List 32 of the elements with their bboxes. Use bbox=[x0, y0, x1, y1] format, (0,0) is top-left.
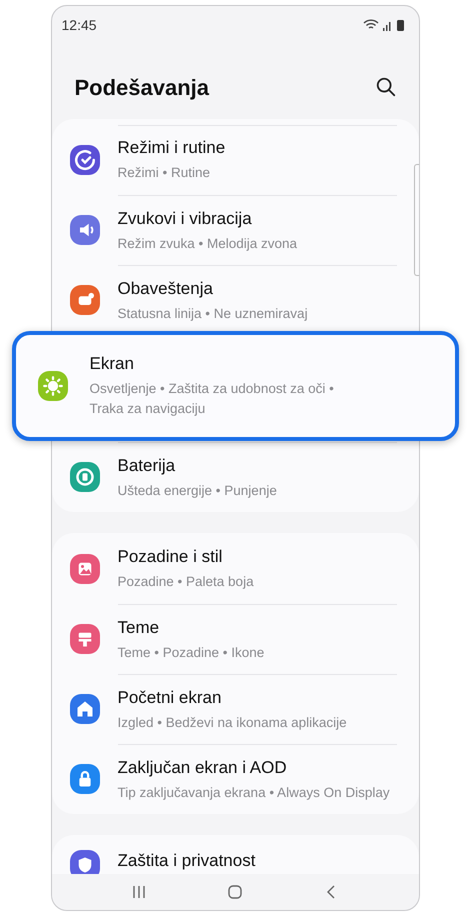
recents-icon[interactable] bbox=[131, 884, 148, 900]
item-title: Zaštita i privatnost bbox=[118, 850, 256, 872]
settings-row[interactable]: Režimi i rutine Režimi • Rutine bbox=[52, 125, 418, 195]
item-subtitle: Tip zaključavanja ekrana • Always On Display bbox=[118, 784, 390, 802]
settings-row[interactable]: Zaključan ekran i AOD Tip zaključavanja ekrana • Always On Display bbox=[52, 744, 418, 814]
item-title: Režimi i rutine bbox=[118, 137, 226, 159]
item-subtitle: Pozadine • Paleta boja bbox=[118, 573, 254, 591]
settings-row[interactable]: Pozadine i stil Pozadine • Paleta boja bbox=[52, 534, 418, 604]
item-title: Zaključan ekran i AOD bbox=[118, 756, 288, 778]
item-title: Ekran bbox=[90, 353, 135, 375]
item-title: Zvukovi i vibracija bbox=[118, 208, 253, 230]
settings-row[interactable]: Početni ekran Izgled • Bedževi na ikonama aplikacije bbox=[52, 674, 418, 744]
search-icon[interactable] bbox=[374, 76, 396, 98]
highlighted-row[interactable]: Ekran Osvetljenje • Zaštita za udobnost za oči • Traka za navigaciju bbox=[12, 331, 458, 441]
settings-row[interactable]: Teme Teme • Pozadine • Ikone bbox=[52, 604, 418, 674]
item-title: Obaveštenja bbox=[118, 278, 214, 300]
settings-row[interactable]: Zvukovi i vibracija Režim zvuka • Melodija zvona bbox=[52, 195, 418, 265]
item-subtitle: Statusna linija • Ne uznemiravaj bbox=[118, 304, 308, 323]
item-title: Pozadine i stil bbox=[118, 546, 224, 568]
settings-row[interactable]: Baterija Ušteda energije • Punjenje bbox=[52, 442, 418, 512]
item-subtitle: Teme • Pozadine • Ikone bbox=[118, 644, 264, 662]
status-time: 12:45 bbox=[62, 16, 97, 34]
item-subtitle: Osvetljenje • Zaštita za udobnost za oči • Traka za navigaciju bbox=[90, 380, 335, 418]
item-title: Baterija bbox=[118, 454, 176, 476]
item-subtitle: Režimi • Rutine bbox=[118, 164, 212, 182]
item-title: Teme bbox=[118, 616, 160, 638]
item-subtitle: Ušteda energije • Punjenje bbox=[118, 482, 277, 500]
home-icon[interactable] bbox=[226, 884, 243, 900]
item-subtitle: Izgled • Bedževi na ikonama aplikacije bbox=[118, 714, 347, 732]
item-subtitle: Režim zvuka • Melodija zvona bbox=[118, 234, 298, 253]
page-title: Podešavanja bbox=[74, 74, 210, 102]
item-title: Početni ekran bbox=[118, 686, 222, 708]
